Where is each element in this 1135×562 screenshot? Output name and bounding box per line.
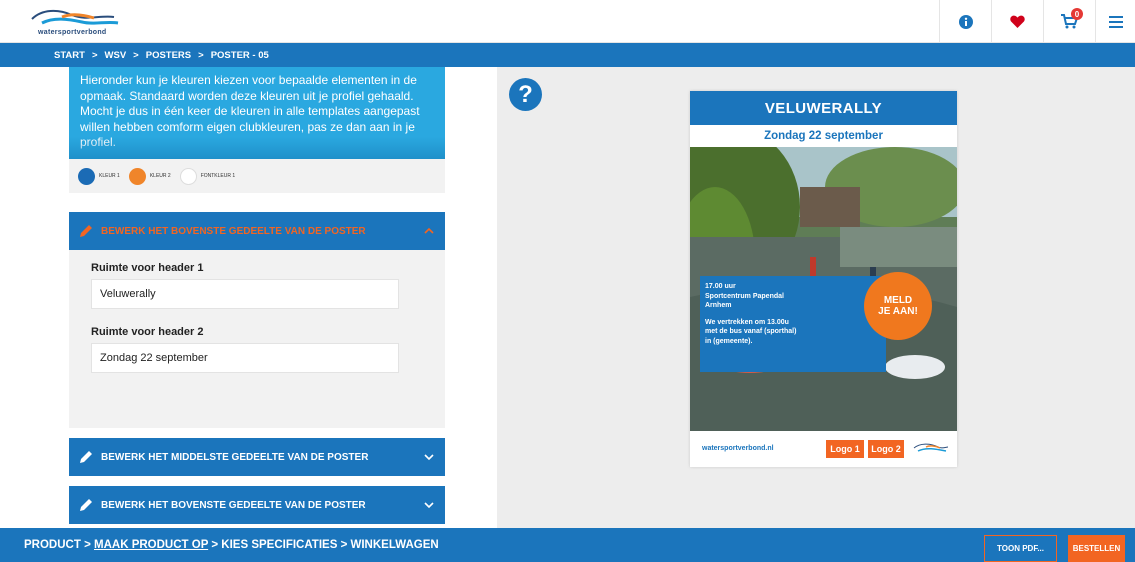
show-pdf-button[interactable]: TOON PDF... — [984, 535, 1057, 562]
poster-info-line: Arnhem — [705, 302, 732, 309]
step-maak-product-op[interactable]: MAAK PRODUCT OP — [94, 539, 208, 551]
swatch-label: KLEUR 2 — [149, 173, 171, 179]
poster-subtitle: Zondag 22 september — [690, 125, 957, 147]
accordion-top-body: Ruimte voor header 1 Veluwerally Ruimte … — [69, 250, 445, 428]
accordion-top-section[interactable]: BEWERK HET BOVENSTE GEDEELTE VAN DE POST… — [69, 212, 445, 250]
step-separator: > — [84, 539, 91, 551]
help-icon[interactable]: ? — [509, 78, 542, 111]
accordion-title: BEWERK HET MIDDELSTE GEDEELTE VAN DE POS… — [101, 451, 369, 463]
poster-preview: VELUWERALLY Zondag 22 september 17.00 uu… — [690, 91, 957, 467]
favorites-button[interactable] — [991, 0, 1043, 43]
preview-panel: ? VELUWERALLY Zondag 22 september 17.00 … — [497, 67, 1135, 528]
step-separator: > — [211, 539, 219, 551]
accordion-title: BEWERK HET BOVENSTE GEDEELTE VAN DE POST… — [101, 499, 366, 511]
info-icon — [958, 14, 973, 29]
editor-panel: Hieronder kun je kleuren kiezen voor bep… — [0, 67, 497, 528]
cart-button[interactable]: 0 — [1043, 0, 1095, 43]
heart-icon — [1010, 15, 1025, 28]
step-product[interactable]: PRODUCT — [24, 539, 81, 551]
crumb-separator: > — [133, 49, 139, 61]
accordion-top-section-2[interactable]: BEWERK HET BOVENSTE GEDEELTE VAN DE POST… — [69, 486, 445, 524]
brand-logo[interactable]: watersportverbond — [28, 5, 138, 39]
poster-info-line: We vertrekken om 13.00u — [705, 318, 789, 326]
poster-logo-1: Logo 1 — [826, 440, 864, 458]
info-button[interactable] — [939, 0, 991, 43]
poster-info-box: 17.00 uur Sportcentrum Papendal Arnhem W… — [700, 276, 886, 372]
poster-info-line: 17.00 uur — [705, 283, 736, 290]
poster-info-line: Sportcentrum Papendal — [705, 292, 784, 300]
accordion-middle-section[interactable]: BEWERK HET MIDDELSTE GEDEELTE VAN DE POS… — [69, 438, 445, 476]
pencil-icon — [80, 225, 92, 237]
swatch-label: KLEUR 1 — [99, 173, 120, 179]
crumb-posters[interactable]: POSTERS — [146, 50, 191, 61]
header2-input[interactable]: Zondag 22 september — [91, 343, 399, 373]
header2-label: Ruimte voor header 2 — [91, 326, 204, 338]
color-info-text: Hieronder kun je kleuren kiezen voor bep… — [69, 67, 445, 159]
poster-footer: watersportverbond.nl Logo 1 Logo 2 — [690, 431, 957, 467]
step-separator: > — [340, 539, 348, 551]
crumb-start[interactable]: START — [54, 50, 85, 61]
poster-logo-2: Logo 2 — [868, 440, 904, 458]
chevron-down-icon — [424, 454, 434, 461]
poster-cta-line: MELD — [883, 295, 913, 306]
pencil-icon — [80, 451, 92, 463]
breadcrumb: START > WSV > POSTERS > POSTER - 05 — [0, 43, 1135, 67]
accordion-title: BEWERK HET BOVENSTE GEDEELTE VAN DE POST… — [101, 225, 366, 237]
swatch-fontkleur-1[interactable] — [179, 167, 197, 185]
swatch-kleur-1[interactable] — [78, 167, 95, 185]
step-winkelwagen[interactable]: WINKELWAGEN — [351, 539, 439, 551]
cart-count-badge: 0 — [1071, 8, 1083, 20]
menu-button[interactable] — [1095, 0, 1135, 43]
brand-name: watersportverbond — [38, 29, 107, 36]
top-header: watersportverbond 0 — [0, 0, 1135, 43]
poster-cta-line: JE AAN! — [878, 306, 918, 317]
poster-title: VELUWERALLY — [690, 91, 957, 125]
menu-icon — [1108, 15, 1123, 28]
swatch-label: FONTKLEUR 1 — [200, 173, 236, 179]
poster-brand-logo — [913, 443, 949, 452]
order-steps: PRODUCT > MAAK PRODUCT OP > KIES SPECIFI… — [24, 539, 439, 551]
chevron-down-icon — [424, 502, 434, 509]
header1-input[interactable]: Veluwerally — [91, 279, 399, 309]
poster-info-line: in (gemeente). — [705, 337, 753, 345]
poster-url: watersportverbond.nl — [702, 445, 774, 452]
chevron-up-icon — [424, 227, 434, 234]
crumb-wsv[interactable]: WSV — [105, 50, 127, 61]
header1-label: Ruimte voor header 1 — [91, 262, 204, 274]
poster-cta-circle: MELD JE AAN! — [864, 272, 932, 340]
crumb-current: POSTER - 05 — [210, 49, 269, 61]
swatch-kleur-2[interactable] — [128, 167, 146, 185]
poster-info-line: met de bus vanaf (sporthal) — [705, 328, 797, 335]
color-swatches: KLEUR 1 KLEUR 2 FONTKLEUR 1 — [69, 159, 445, 193]
step-kies-specificaties[interactable]: KIES SPECIFICATIES — [221, 539, 337, 551]
pencil-icon — [80, 499, 92, 511]
progress-bar: PRODUCT > MAAK PRODUCT OP > KIES SPECIFI… — [0, 528, 1135, 562]
crumb-separator: > — [198, 49, 204, 61]
crumb-separator: > — [91, 49, 98, 61]
order-button[interactable]: BESTELLEN — [1068, 535, 1125, 562]
